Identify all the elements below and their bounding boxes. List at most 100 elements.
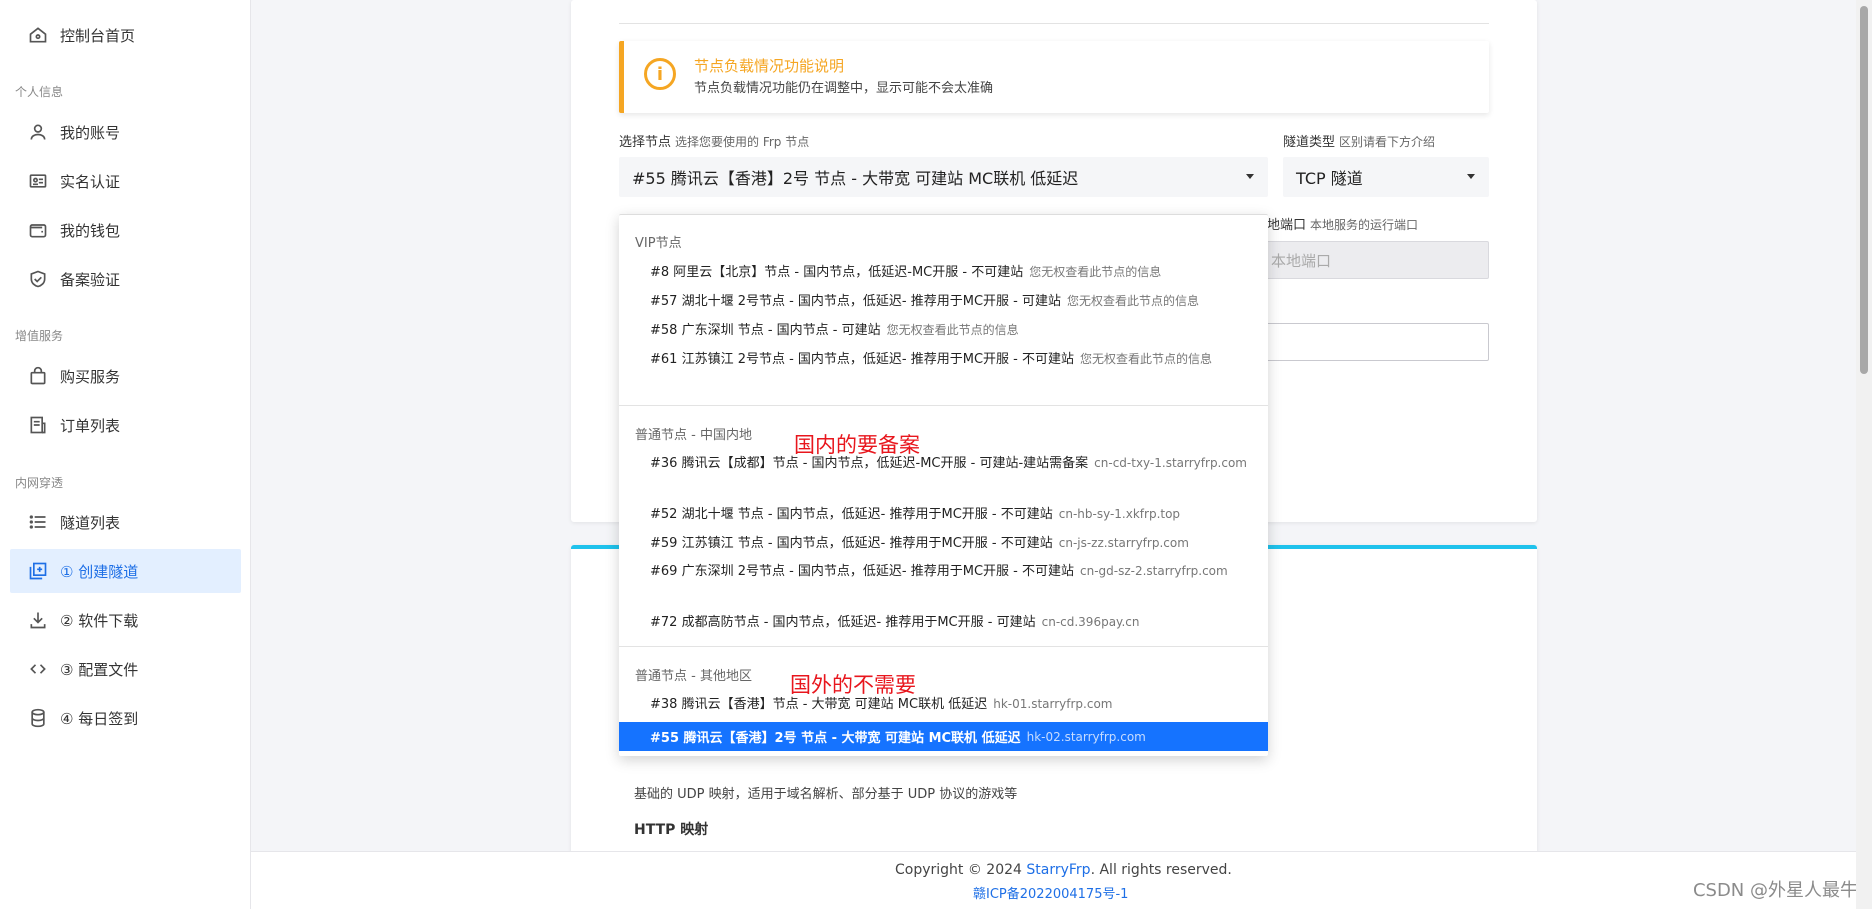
node-label: 选择节点 <box>619 135 672 150</box>
copyright-pre: Copyright © 2024 <box>895 862 1027 878</box>
tunnel-type-select[interactable]: TCP 隧道 <box>1283 157 1489 197</box>
sidebar-item-realname[interactable]: 实名认证 <box>10 159 241 203</box>
node-hint: 选择您要使用的 Frp 节点 <box>675 135 810 149</box>
sidebar-item-download[interactable]: ② 软件下载 <box>10 598 241 642</box>
shopping-bag-icon <box>27 365 49 387</box>
option-sub: cn-hb-sy-1.xkfrp.top <box>1058 507 1181 521</box>
group-label-vip: VIP节点 <box>635 236 682 251</box>
add-box-icon <box>27 560 49 582</box>
list-icon <box>27 511 49 533</box>
alert-title: 节点负载情况功能说明 <box>694 57 845 75</box>
home-icon <box>27 24 49 46</box>
node-field-label: 选择节点 选择您要使用的 Frp 节点 <box>619 131 809 150</box>
option-sub: cn-cd.396pay.cn <box>1041 615 1140 629</box>
copyright-text: Copyright © 2024 StarryFrp. All rights r… <box>895 862 1232 878</box>
sidebar-item-label: 实名认证 <box>60 173 121 191</box>
chevron-down-icon <box>1467 174 1475 179</box>
sidebar-item-label: 控制台首页 <box>60 27 136 45</box>
group-label-cn: 普通节点 - 中国内地 <box>635 428 752 443</box>
sidebar-item-orders[interactable]: 订单列表 <box>10 403 241 447</box>
type-label: 隧道类型 <box>1283 135 1336 150</box>
udp-description: 基础的 UDP 映射，适用于域名解析、部分基于 UDP 协议的游戏等 <box>634 787 1018 802</box>
dropdown-option[interactable]: #8 阿里云【北京】节点 - 国内节点，低延迟-MC开服 - 不可建站 您无权查看… <box>650 262 1250 283</box>
text-input[interactable] <box>1260 323 1489 361</box>
option-sub: 您无权查看此节点的信息 <box>886 323 1019 337</box>
info-icon: i <box>644 58 676 90</box>
local-port-input[interactable]: 本地端口 <box>1260 241 1489 279</box>
option-sub: cn-gd-sz-2.starryfrp.com <box>1080 564 1228 578</box>
sidebar-item-beian[interactable]: 备案验证 <box>10 257 241 301</box>
order-list-icon <box>27 414 49 436</box>
sidebar-item-config[interactable]: ③ 配置文件 <box>10 647 241 691</box>
option-name: #52 湖北十堰 节点 - 国内节点，低延迟- 推荐用于MC开服 - 不可建站 <box>650 507 1053 522</box>
sidebar-item-label: ④ 每日签到 <box>60 710 139 728</box>
scrollbar-thumb[interactable] <box>1860 6 1868 374</box>
type-field-label: 隧道类型 区别请看下方介绍 <box>1283 131 1435 150</box>
dropdown-option[interactable]: #52 湖北十堰 节点 - 国内节点，低延迟- 推荐用于MC开服 - 不可建站 c… <box>650 504 1250 525</box>
section-label-value: 增值服务 <box>15 329 64 343</box>
download-icon <box>27 609 49 631</box>
sidebar: 控制台首页 个人信息 我的账号 实名认证 我的钱包 备案验证 增值服务 购买服务 <box>0 0 251 909</box>
section-label-tunnel: 内网穿透 <box>15 476 64 490</box>
node-select[interactable]: #55 腾讯云【香港】2号 节点 - 大带宽 可建站 MC联机 低延迟 <box>619 157 1268 197</box>
dropdown-option[interactable]: #36 腾讯云【成都】节点 - 国内节点，低延迟-MC开服 - 可建站-建站需备… <box>650 453 1250 474</box>
chevron-down-icon <box>1246 174 1254 179</box>
option-name: #38 腾讯云【香港】节点 - 大带宽 可建站 MC联机 低延迟 <box>650 697 988 712</box>
sidebar-item-label: ② 软件下载 <box>60 612 139 630</box>
sidebar-item-label: 订单列表 <box>60 417 121 435</box>
option-sub: cn-cd-txy-1.starryfrp.com <box>1094 456 1247 470</box>
brand-link[interactable]: StarryFrp <box>1026 862 1090 878</box>
divider <box>619 23 1489 24</box>
group-divider <box>619 646 1268 647</box>
type-select-value: TCP 隧道 <box>1296 169 1363 188</box>
sidebar-item-signin[interactable]: ④ 每日签到 <box>10 696 241 740</box>
http-mapping-title: HTTP 映射 <box>634 822 709 838</box>
group-label-other: 普通节点 - 其他地区 <box>635 669 752 684</box>
footer: Copyright © 2024 StarryFrp. All rights r… <box>251 851 1872 909</box>
option-name: #72 成都高防节点 - 国内节点，低延迟- 推荐用于MC开服 - 可建站 <box>650 615 1036 630</box>
option-sub: 您无权查看此节点的信息 <box>1067 294 1200 308</box>
option-name: #61 江苏镇江 2号节点 - 国内节点，低延迟- 推荐用于MC开服 - 不可建… <box>650 352 1074 367</box>
code-icon <box>27 658 49 680</box>
database-icon <box>27 707 49 729</box>
sidebar-item-wallet[interactable]: 我的钱包 <box>10 208 241 252</box>
dropdown-option[interactable]: #72 成都高防节点 - 国内节点，低延迟- 推荐用于MC开服 - 可建站 cn-… <box>650 612 1250 633</box>
node-select-value: #55 腾讯云【香港】2号 节点 - 大带宽 可建站 MC联机 低延迟 <box>632 169 1079 188</box>
id-card-icon <box>27 170 49 192</box>
local-port-placeholder: 本地端口 <box>1271 251 1332 270</box>
shield-check-icon <box>27 268 49 290</box>
option-name: #59 江苏镇江 节点 - 国内节点，低延迟- 推荐用于MC开服 - 不可建站 <box>650 536 1053 551</box>
sidebar-item-buy[interactable]: 购买服务 <box>10 354 241 398</box>
option-sub: 您无权查看此节点的信息 <box>1029 265 1162 279</box>
group-divider <box>619 405 1268 406</box>
local-port-label-text: 地端口 <box>1267 218 1307 233</box>
sidebar-item-tunnel-list[interactable]: 隧道列表 <box>10 500 241 544</box>
watermark: CSDN @外星人最牛 <box>1692 880 1858 901</box>
option-name: #69 广东深圳 2号节点 - 国内节点，低延迟- 推荐用于MC开服 - 不可建… <box>650 564 1074 579</box>
type-hint: 区别请看下方介绍 <box>1339 135 1436 149</box>
sidebar-item-create-tunnel[interactable]: ① 创建隧道 <box>10 549 241 593</box>
option-sub: 您无权查看此节点的信息 <box>1080 352 1213 366</box>
wallet-icon <box>27 219 49 241</box>
sidebar-item-home[interactable]: 控制台首页 <box>10 13 241 57</box>
sidebar-item-label: 隧道列表 <box>60 514 121 532</box>
icp-link[interactable]: 赣ICP备2022004175号-1 <box>973 883 1128 902</box>
user-icon <box>27 121 49 143</box>
dropdown-option[interactable]: #58 广东深圳 节点 - 国内节点 - 可建站 您无权查看此节点的信息 <box>650 320 1250 341</box>
sidebar-item-label: ③ 配置文件 <box>60 661 139 679</box>
option-name: #58 广东深圳 节点 - 国内节点 - 可建站 <box>650 323 881 338</box>
dropdown-option[interactable]: #69 广东深圳 2号节点 - 国内节点，低延迟- 推荐用于MC开服 - 不可建… <box>650 561 1250 582</box>
sidebar-item-account[interactable]: 我的账号 <box>10 110 241 154</box>
option-name: #36 腾讯云【成都】节点 - 国内节点，低延迟-MC开服 - 可建站-建站需备… <box>650 456 1089 471</box>
dropdown-option[interactable]: #59 江苏镇江 节点 - 国内节点，低延迟- 推荐用于MC开服 - 不可建站 c… <box>650 533 1250 554</box>
dropdown-option[interactable]: #61 江苏镇江 2号节点 - 国内节点，低延迟- 推荐用于MC开服 - 不可建… <box>650 349 1250 370</box>
option-name: #57 湖北十堰 2号节点 - 国内节点，低延迟- 推荐用于MC开服 - 可建站 <box>650 294 1061 309</box>
dropdown-option[interactable]: #38 腾讯云【香港】节点 - 大带宽 可建站 MC联机 低延迟 hk-01.st… <box>650 694 1250 715</box>
alert-text: 节点负载情况功能仍在调整中，显示可能不会太准确 <box>694 81 994 96</box>
option-sub: hk-02.starryfrp.com <box>1026 729 1146 744</box>
dropdown-option-selected[interactable]: #55 腾讯云【香港】2号 节点 - 大带宽 可建站 MC联机 低延迟 hk-02… <box>619 722 1268 751</box>
dropdown-option[interactable]: #57 湖北十堰 2号节点 - 国内节点，低延迟- 推荐用于MC开服 - 可建站… <box>650 291 1250 312</box>
section-label-personal: 个人信息 <box>15 85 64 99</box>
option-sub: hk-01.starryfrp.com <box>993 697 1113 711</box>
option-name: #55 腾讯云【香港】2号 节点 - 大带宽 可建站 MC联机 低延迟 <box>650 731 1021 746</box>
